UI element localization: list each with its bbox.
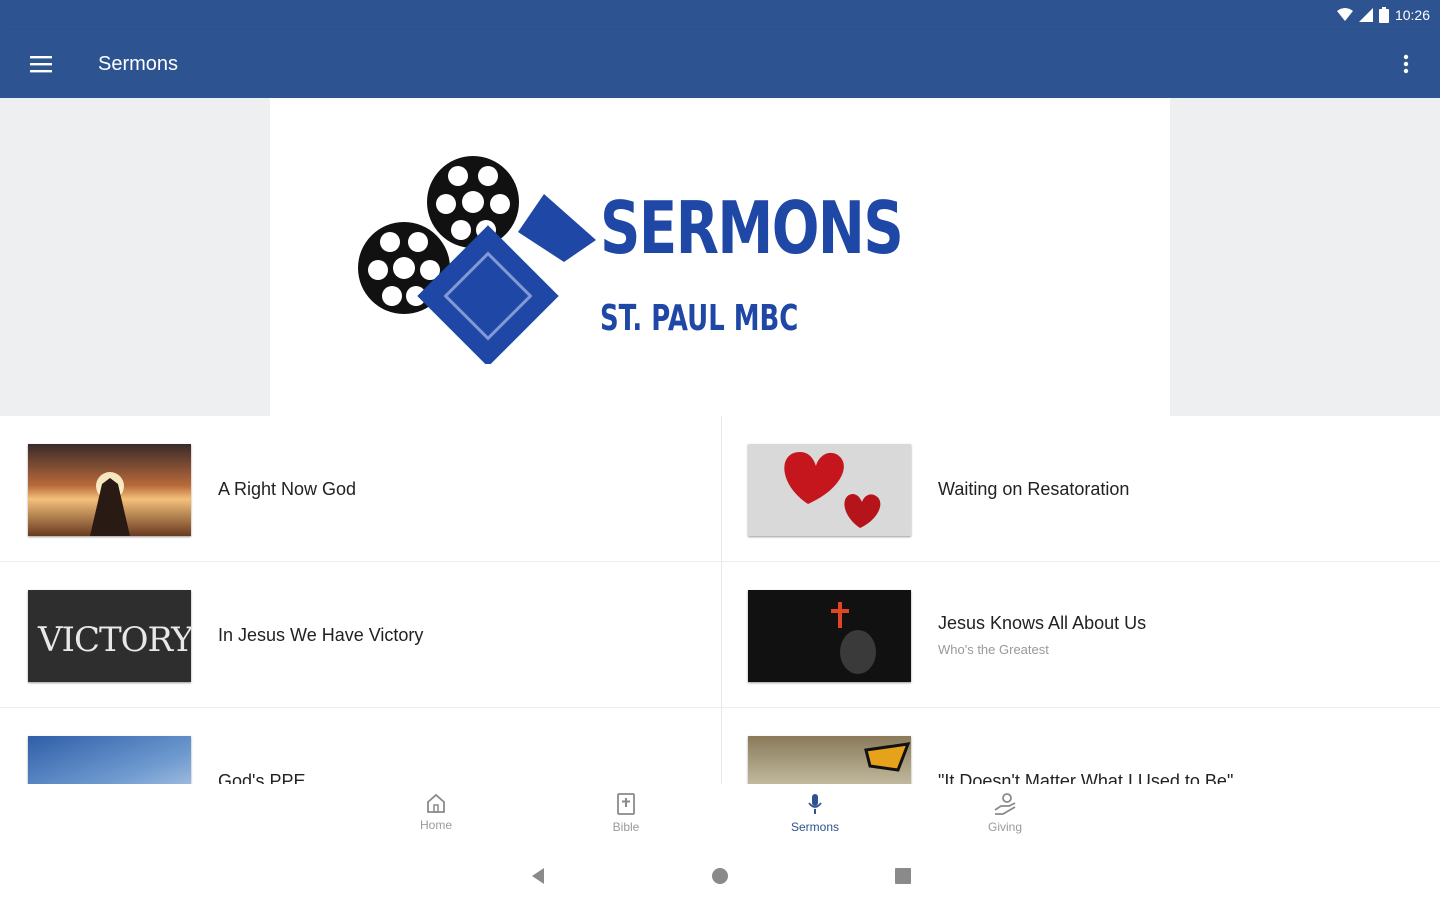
list-item[interactable]: Waiting on Resatoration — [720, 416, 1440, 562]
film-camera-icon — [358, 156, 596, 364]
menu-icon — [30, 56, 52, 73]
nav-item-sermons[interactable]: Sermons — [765, 792, 865, 844]
sermon-thumbnail — [748, 444, 911, 536]
sermon-subtitle: Who's the Greatest — [938, 642, 1049, 657]
back-button[interactable] — [526, 864, 550, 888]
nav-item-giving[interactable]: Giving — [955, 792, 1055, 844]
film-reel-top — [427, 156, 519, 248]
page-title: Sermons — [98, 52, 179, 75]
more-vert-icon — [1403, 54, 1409, 74]
sermon-title: A Right Now God — [218, 478, 357, 499]
sermon-title: "It Doesn't Matter What I Used to Be" — [938, 770, 1234, 785]
home-system-button[interactable] — [708, 864, 732, 888]
nav-item-bible[interactable]: Bible — [576, 792, 676, 844]
menu-button[interactable] — [0, 30, 82, 98]
recents-button[interactable] — [891, 864, 915, 888]
list-item[interactable]: A Right Now God — [0, 416, 720, 562]
nav-label-sermons: Sermons — [790, 820, 840, 834]
sermon-list: A Right Now God VICTORY In Jesus We Have… — [0, 416, 1440, 784]
system-navigation-bar — [0, 850, 1440, 900]
recents-square-icon — [895, 868, 911, 884]
giving-hand-icon — [994, 793, 1016, 815]
home-icon — [427, 793, 445, 813]
list-item[interactable]: Jesus Knows All About Us Who's the Great… — [720, 562, 1440, 708]
list-item[interactable]: VICTORY In Jesus We Have Victory — [0, 562, 720, 708]
victory-thumb-text: VICTORY — [38, 620, 191, 660]
sermon-thumbnail — [28, 736, 191, 784]
sermon-thumbnail — [28, 444, 191, 536]
sermon-title: Jesus Knows All About Us — [938, 613, 1147, 633]
sermon-thumbnail — [748, 736, 911, 784]
nav-item-home[interactable]: Home — [386, 792, 486, 844]
sermon-title: Waiting on Resatoration — [938, 478, 1130, 499]
microphone-icon — [808, 794, 822, 814]
status-time: 10:26 — [1394, 7, 1430, 23]
nav-label-giving: Giving — [987, 820, 1022, 834]
app-bar: Sermons — [0, 30, 1440, 98]
overflow-menu-button[interactable] — [1392, 50, 1420, 78]
home-circle-icon — [712, 868, 728, 884]
sermon-thumbnail: VICTORY — [28, 590, 191, 682]
nav-label-home: Home — [419, 818, 452, 832]
nav-label-bible: Bible — [612, 820, 640, 834]
bible-icon — [617, 793, 635, 815]
signal-icon — [1358, 8, 1373, 22]
banner-subtitle: ST. PAUL MBC — [600, 298, 799, 339]
wifi-icon — [1336, 8, 1353, 22]
status-bar: 10:26 — [0, 0, 1440, 30]
banner-title: SERMONS — [600, 186, 904, 270]
list-item[interactable]: "It Doesn't Matter What I Used to Be" — [720, 708, 1440, 784]
sermons-banner: SERMONS ST. PAUL MBC — [270, 98, 1170, 416]
sermon-thumbnail — [748, 590, 911, 682]
battery-icon — [1378, 7, 1389, 23]
sermon-title: In Jesus We Have Victory — [218, 624, 424, 645]
bottom-navigation: Home Bible Sermons Giving — [0, 784, 1440, 850]
back-triangle-icon — [532, 868, 544, 884]
sermon-title: God's PPE — [218, 770, 306, 785]
list-item[interactable]: God's PPE — [0, 708, 720, 784]
banner-area: SERMONS ST. PAUL MBC — [0, 98, 1440, 416]
